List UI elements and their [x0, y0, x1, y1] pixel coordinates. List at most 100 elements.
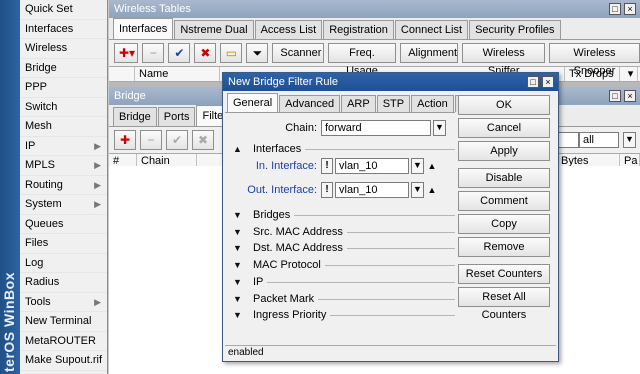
- menu-item-files[interactable]: Files: [20, 234, 107, 254]
- filter-icon[interactable]: ⏷: [246, 43, 269, 63]
- chain-input[interactable]: forward: [321, 120, 431, 136]
- maximize-icon[interactable]: □: [609, 90, 621, 102]
- menu-item-wireless[interactable]: Wireless: [20, 39, 107, 59]
- enable-icon[interactable]: ✔: [168, 43, 191, 63]
- menu-item-interfaces[interactable]: Interfaces: [20, 20, 107, 39]
- tab-registration[interactable]: Registration: [323, 20, 394, 39]
- maximize-icon[interactable]: □: [527, 76, 539, 88]
- add-icon[interactable]: ✚: [114, 130, 136, 150]
- expand-icon[interactable]: ▼: [233, 310, 253, 320]
- expand-icon[interactable]: ▼: [233, 227, 253, 237]
- negate-in-interface-icon[interactable]: !: [321, 158, 333, 174]
- expand-icon[interactable]: ▼: [233, 277, 253, 287]
- menu-item-label: Radius: [25, 276, 60, 288]
- tab-general[interactable]: General: [227, 93, 279, 112]
- section-bridges[interactable]: ▼ Bridges: [233, 207, 455, 223]
- collapse-icon[interactable]: ▲: [233, 144, 253, 154]
- menu-item-make-supout-rif[interactable]: Make Supout.rif: [20, 351, 107, 371]
- menu-item-metarouter[interactable]: MetaROUTER: [20, 332, 107, 351]
- menu-item-ip[interactable]: IP ▶: [20, 137, 107, 156]
- menu-item-system[interactable]: System ▶: [20, 195, 107, 215]
- column-menu-icon[interactable]: ▾: [620, 67, 638, 81]
- reset-all-counters-button[interactable]: Reset All Counters: [458, 287, 550, 321]
- maximize-icon[interactable]: □: [609, 3, 621, 15]
- chevron-down-icon[interactable]: ▼: [411, 182, 424, 198]
- menu-item-quick-set[interactable]: Quick Set: [20, 0, 107, 20]
- tab-bridge[interactable]: Bridge: [113, 107, 157, 126]
- disable-button[interactable]: Disable: [458, 168, 550, 188]
- comment-button[interactable]: Comment: [458, 191, 550, 211]
- disable-icon[interactable]: ✖: [192, 130, 214, 150]
- comment-icon[interactable]: ▭: [220, 43, 243, 63]
- menu-item-switch[interactable]: Switch: [20, 98, 107, 117]
- collapse-field-icon[interactable]: ▲: [426, 182, 438, 198]
- section-ingress-priority[interactable]: ▼ Ingress Priority: [233, 307, 455, 323]
- tab-advanced[interactable]: Advanced: [279, 95, 341, 112]
- menu-item-ppp[interactable]: PPP: [20, 78, 107, 98]
- remove-icon[interactable]: −: [142, 43, 165, 63]
- section-src-mac-address[interactable]: ▼ Src. MAC Address: [233, 224, 455, 240]
- tab-nstreme-dual[interactable]: Nstreme Dual: [174, 20, 254, 39]
- chevron-down-icon[interactable]: ▼: [411, 158, 424, 174]
- chevron-down-icon[interactable]: ▼: [623, 132, 636, 148]
- enable-icon[interactable]: ✔: [166, 130, 188, 150]
- expand-icon[interactable]: ▼: [233, 243, 253, 253]
- section-ip[interactable]: ▼ IP: [233, 274, 455, 290]
- menu-item-mpls[interactable]: MPLS ▶: [20, 156, 107, 176]
- wireless-window-title[interactable]: Wireless Tables □ ×: [109, 0, 640, 18]
- remove-button[interactable]: Remove: [458, 237, 550, 257]
- in-interface-input[interactable]: vlan_10: [335, 158, 409, 174]
- close-icon[interactable]: ×: [624, 90, 636, 102]
- copy-button[interactable]: Copy: [458, 214, 550, 234]
- in-interface-label: In. Interface:: [255, 160, 317, 172]
- column-tx-drops[interactable]: Tx Drops: [565, 67, 620, 81]
- tab-arp[interactable]: ARP: [341, 95, 376, 112]
- alignment-button[interactable]: Alignment: [400, 43, 459, 63]
- menu-item-radius[interactable]: Radius: [20, 273, 107, 293]
- column-name[interactable]: Name: [135, 67, 220, 81]
- negate-out-interface-icon[interactable]: !: [321, 182, 333, 198]
- submenu-arrow-icon: ▶: [94, 160, 101, 170]
- menu-item-log[interactable]: Log: [20, 254, 107, 273]
- menu-item-bridge[interactable]: Bridge: [20, 59, 107, 78]
- reset-counters-button[interactable]: Reset Counters: [458, 264, 550, 284]
- dialog-title[interactable]: New Bridge Filter Rule □ ×: [223, 73, 558, 91]
- menu-item-new-terminal[interactable]: New Terminal: [20, 312, 107, 332]
- tab-access-list[interactable]: Access List: [254, 20, 323, 39]
- menu-item-mesh[interactable]: Mesh: [20, 117, 107, 137]
- menu-item-queues[interactable]: Queues: [20, 215, 107, 234]
- menu-item-routing[interactable]: Routing ▶: [20, 176, 107, 195]
- section-dst-mac-address[interactable]: ▼ Dst. MAC Address: [233, 240, 455, 256]
- add-icon[interactable]: ✚▾: [114, 43, 139, 63]
- wireless-sniffer-button[interactable]: Wireless Sniffer: [462, 43, 545, 77]
- section-mac-protocol[interactable]: ▼ MAC Protocol: [233, 257, 455, 273]
- expand-icon[interactable]: ▼: [233, 260, 253, 270]
- menu-item-label: Interfaces: [25, 22, 74, 35]
- chevron-down-icon[interactable]: ▼: [433, 120, 446, 136]
- tab-action[interactable]: Action: [411, 95, 454, 112]
- collapse-field-icon[interactable]: ▲: [426, 158, 438, 174]
- tab-stp[interactable]: STP: [376, 95, 411, 112]
- tab-ports[interactable]: Ports: [157, 107, 196, 126]
- menu-item-tools[interactable]: Tools ▶: [20, 293, 107, 312]
- tab-interfaces[interactable]: Interfaces: [113, 18, 174, 39]
- tab-connect-list[interactable]: Connect List: [394, 20, 469, 39]
- menu-item-label: Routing: [25, 178, 63, 191]
- remove-icon[interactable]: −: [140, 130, 162, 150]
- expand-icon[interactable]: ▼: [233, 210, 253, 220]
- scanner-button[interactable]: Scanner: [272, 43, 324, 63]
- wireless-snooper-button[interactable]: Wireless Snooper: [548, 43, 640, 77]
- close-icon[interactable]: ×: [624, 3, 636, 15]
- filter-select[interactable]: all: [579, 132, 619, 148]
- interfaces-section[interactable]: ▲ Interfaces: [233, 141, 455, 157]
- apply-button[interactable]: Apply: [458, 141, 550, 161]
- cancel-button[interactable]: Cancel: [458, 118, 550, 138]
- ok-button[interactable]: OK: [458, 95, 550, 115]
- disable-icon[interactable]: ✖: [194, 43, 217, 63]
- section-packet-mark[interactable]: ▼ Packet Mark: [233, 291, 455, 307]
- expand-icon[interactable]: ▼: [233, 294, 253, 304]
- freq-usage-button[interactable]: Freq. Usage: [327, 43, 397, 77]
- close-icon[interactable]: ×: [542, 76, 554, 88]
- out-interface-input[interactable]: vlan_10: [335, 182, 409, 198]
- tab-security-profiles[interactable]: Security Profiles: [469, 20, 561, 39]
